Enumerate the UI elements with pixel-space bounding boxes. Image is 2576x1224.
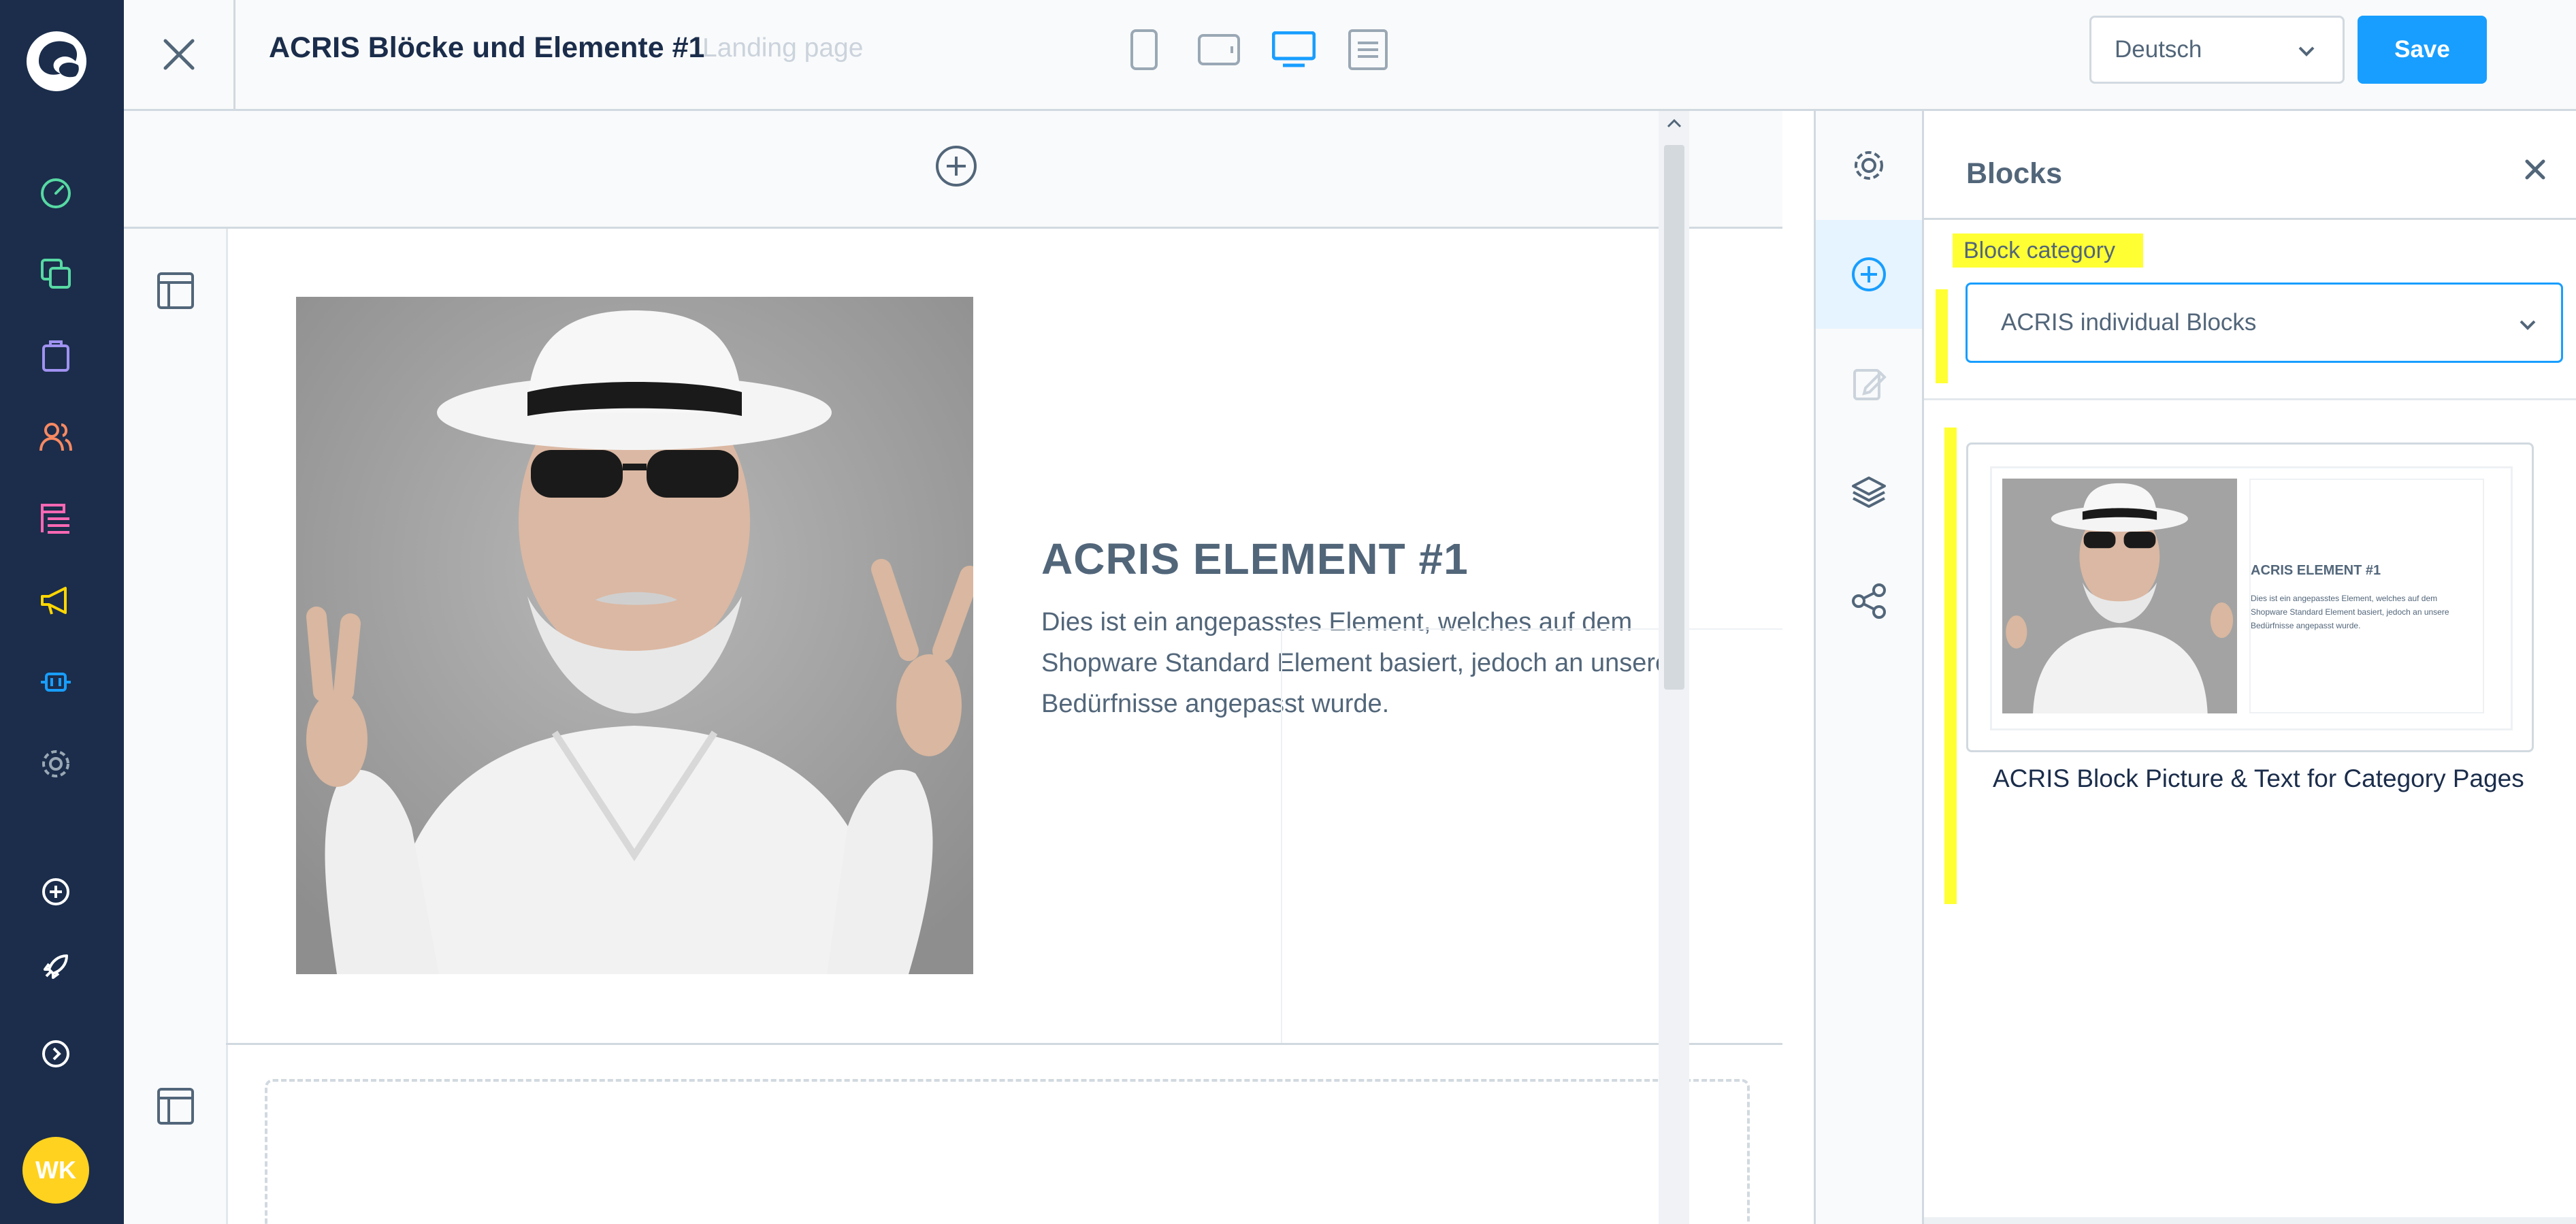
customers-icon bbox=[38, 419, 74, 455]
layout-icon bbox=[157, 272, 195, 310]
nav-content[interactable] bbox=[35, 498, 76, 539]
panel-separator bbox=[1924, 398, 2576, 400]
dashboard-icon bbox=[38, 174, 74, 210]
blocks-panel: Blocks Block category ACRIS individual B… bbox=[1924, 111, 2576, 1224]
editor-header: ACRIS Blöcke und Elemente #1 Landing pag… bbox=[124, 0, 2576, 111]
nav-settings[interactable] bbox=[35, 743, 76, 784]
add-block-top-button[interactable] bbox=[934, 144, 979, 189]
tab-page-settings[interactable] bbox=[1816, 111, 1922, 220]
plus-circle-icon bbox=[1851, 256, 1887, 293]
save-button[interactable]: Save bbox=[2358, 16, 2487, 84]
expand-icon bbox=[41, 1039, 71, 1069]
nav-dashboard[interactable] bbox=[35, 172, 76, 212]
plus-circle-icon bbox=[934, 144, 979, 189]
marketing-icon bbox=[38, 583, 74, 618]
nav-add[interactable] bbox=[35, 871, 76, 912]
scrollbar-thumb[interactable] bbox=[1664, 145, 1684, 690]
sidebar-tabs bbox=[1814, 111, 1924, 1224]
mobile-icon bbox=[1129, 29, 1159, 70]
desktop-icon bbox=[1272, 31, 1316, 68]
section-settings-button[interactable] bbox=[157, 272, 195, 310]
tab-edit-block[interactable] bbox=[1816, 329, 1922, 438]
preview-title: ACRIS ELEMENT #1 bbox=[2251, 563, 2381, 578]
panel-header: Blocks bbox=[1924, 111, 2576, 220]
language-value: Deutsch bbox=[2115, 36, 2202, 63]
tablet-icon bbox=[1198, 34, 1240, 65]
nav-orders[interactable] bbox=[35, 335, 76, 376]
extensions-icon bbox=[38, 664, 74, 700]
element-image[interactable] bbox=[296, 297, 973, 974]
canvas-scrollbar[interactable] bbox=[1659, 111, 1689, 1224]
block-category-label: Block category bbox=[1953, 233, 2143, 268]
block-dropzone[interactable] bbox=[265, 1079, 1750, 1224]
device-mobile-button[interactable] bbox=[1118, 26, 1170, 74]
close-icon bbox=[161, 37, 197, 72]
chevron-up-icon[interactable] bbox=[1667, 118, 1682, 129]
close-panel-icon[interactable] bbox=[2524, 159, 2546, 180]
cms-empty-section[interactable] bbox=[226, 1045, 1782, 1224]
block-preview-card[interactable]: ACRIS ELEMENT #1 Dies ist ein angepasste… bbox=[1966, 442, 2534, 752]
admin-sidebar: WK bbox=[0, 0, 124, 1224]
nav-expand[interactable] bbox=[35, 1033, 76, 1074]
share-icon bbox=[1851, 583, 1887, 619]
drag-ghost bbox=[1281, 628, 1782, 1059]
orders-icon bbox=[38, 338, 74, 373]
nav-extensions[interactable] bbox=[35, 662, 76, 703]
block-preview: ACRIS ELEMENT #1 Dies ist ein angepasste… bbox=[1990, 466, 2513, 730]
element-title: ACRIS ELEMENT #1 bbox=[1041, 534, 1469, 583]
layout-icon bbox=[157, 1087, 195, 1125]
tab-layers[interactable] bbox=[1816, 438, 1922, 547]
panel-footer-line bbox=[1924, 1217, 2576, 1224]
section-settings-button-2[interactable] bbox=[157, 1087, 195, 1125]
settings-icon bbox=[38, 746, 74, 782]
preview-image bbox=[2002, 479, 2237, 713]
device-form-button[interactable] bbox=[1342, 26, 1394, 74]
device-desktop-button[interactable] bbox=[1268, 26, 1320, 74]
catalogue-icon bbox=[38, 256, 74, 291]
nav-first-run[interactable] bbox=[35, 946, 76, 987]
cms-canvas: ACRIS ELEMENT #1 Dies ist ein angepasste… bbox=[124, 111, 1782, 1224]
gear-icon bbox=[1851, 147, 1887, 184]
layers-icon bbox=[1851, 474, 1887, 511]
nav-catalogue[interactable] bbox=[35, 253, 76, 294]
rocket-icon bbox=[41, 952, 71, 982]
block-name: ACRIS Block Picture & Text for Category … bbox=[1993, 764, 2524, 792]
shopware-logo[interactable] bbox=[25, 30, 88, 93]
form-icon bbox=[1348, 29, 1388, 70]
block-category-value: ACRIS individual Blocks bbox=[2001, 309, 2257, 336]
preview-text: Dies ist ein angepasstes Element, welche… bbox=[2251, 594, 2449, 630]
block-category-select[interactable]: ACRIS individual Blocks bbox=[1966, 283, 2563, 363]
chevron-down-icon bbox=[2517, 315, 2538, 335]
highlight-mark bbox=[1944, 428, 1957, 904]
page-title: ACRIS Blöcke und Elemente #1 bbox=[269, 31, 705, 64]
language-select[interactable]: Deutsch bbox=[2089, 16, 2345, 84]
highlight-mark bbox=[1936, 289, 1948, 383]
nav-marketing[interactable] bbox=[35, 580, 76, 621]
close-editor-button[interactable] bbox=[124, 0, 235, 109]
preview-text-area: ACRIS ELEMENT #1 Dies ist ein angepasste… bbox=[2249, 479, 2484, 713]
edit-icon bbox=[1851, 365, 1887, 402]
nav-customers[interactable] bbox=[35, 417, 76, 457]
panel-title: Blocks bbox=[1966, 157, 2063, 190]
tab-assignment[interactable] bbox=[1816, 547, 1922, 656]
content-icon bbox=[38, 501, 74, 536]
user-avatar[interactable]: WK bbox=[22, 1137, 89, 1204]
chevron-down-icon bbox=[2296, 41, 2317, 61]
page-type: Landing page bbox=[702, 33, 864, 63]
plus-circle-icon bbox=[41, 877, 71, 907]
device-tablet-button[interactable] bbox=[1193, 26, 1245, 74]
tab-add-blocks[interactable] bbox=[1816, 220, 1922, 329]
